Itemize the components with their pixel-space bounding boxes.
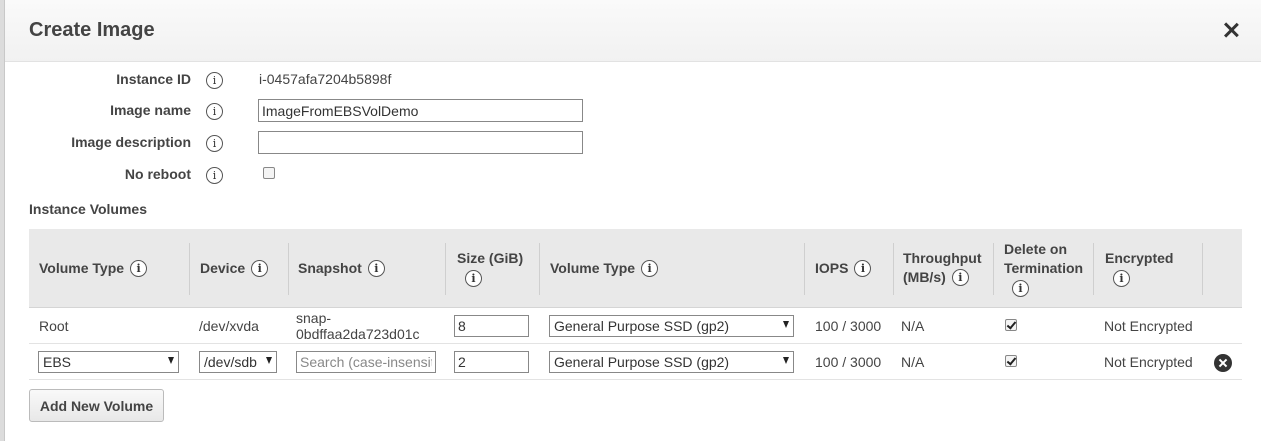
encrypted-value: Not Encrypted bbox=[1104, 318, 1193, 334]
throughput-value: N/A bbox=[901, 354, 925, 370]
ebs-volume-type-select[interactable]: General Purpose SSD (gp2) bbox=[549, 315, 794, 337]
header-termination-label: Termination bbox=[1004, 260, 1084, 276]
header-divider bbox=[804, 243, 805, 295]
ebs-volume-type-value: General Purpose SSD (gp2) bbox=[554, 354, 730, 370]
header-device: Device i bbox=[200, 259, 269, 278]
header-throughput-unit: (MB/s) bbox=[903, 269, 946, 285]
delete-on-termination-checkbox[interactable] bbox=[1005, 355, 1017, 367]
instance-id-value: i-0457afa7204b5898f bbox=[259, 71, 392, 87]
no-reboot-checkbox[interactable] bbox=[263, 167, 275, 179]
info-icon[interactable]: i bbox=[130, 259, 148, 277]
image-name-row: Image name i bbox=[5, 99, 705, 123]
header-throughput: Throughput (MB/s) i bbox=[903, 249, 982, 287]
info-icon[interactable]: i bbox=[206, 72, 223, 89]
close-icon[interactable] bbox=[1219, 18, 1243, 42]
info-icon[interactable]: i bbox=[1012, 279, 1029, 297]
remove-volume-icon[interactable] bbox=[1214, 354, 1232, 372]
header-ebs-volume-type-label: Volume Type bbox=[550, 260, 636, 276]
image-description-label: Image description bbox=[71, 134, 191, 150]
header-delete-on-termination: Delete on Termination i bbox=[1004, 240, 1083, 298]
size-input[interactable] bbox=[454, 351, 529, 373]
info-icon[interactable]: i bbox=[465, 269, 482, 287]
info-icon[interactable]: i bbox=[641, 259, 659, 277]
snapshot-value: snap- 0bdffaa2da723d01c bbox=[296, 310, 420, 342]
header-divider bbox=[189, 243, 190, 295]
image-description-input[interactable] bbox=[258, 131, 583, 154]
info-icon[interactable]: i bbox=[367, 259, 385, 277]
header-divider bbox=[539, 243, 540, 295]
iops-value: 100 / 3000 bbox=[815, 318, 882, 334]
header-iops-label: IOPS bbox=[815, 260, 849, 276]
instance-volumes-title: Instance Volumes bbox=[29, 201, 148, 217]
table-row: EBS /dev/sdb General Purpose SSD (gp2) 1… bbox=[29, 344, 1242, 380]
header-throughput-label: Throughput bbox=[903, 250, 982, 266]
header-volume-type: Volume Type i bbox=[39, 259, 148, 278]
header-divider bbox=[893, 243, 894, 295]
ebs-volume-type-value: General Purpose SSD (gp2) bbox=[554, 318, 730, 334]
info-icon[interactable]: i bbox=[1113, 269, 1130, 287]
header-encrypted: Encrypted i bbox=[1105, 249, 1173, 288]
header-delete-label: Delete on bbox=[1004, 241, 1068, 257]
snapshot-id: 0bdffaa2da723d01c bbox=[296, 326, 420, 342]
header-divider bbox=[1093, 243, 1094, 295]
snapshot-search-input[interactable] bbox=[296, 351, 436, 373]
delete-on-termination-checkbox[interactable] bbox=[1005, 319, 1017, 331]
image-name-label: Image name bbox=[110, 102, 191, 118]
chevron-down-icon bbox=[266, 357, 272, 364]
instance-id-label: Instance ID bbox=[116, 71, 191, 87]
chevron-down-icon bbox=[783, 321, 789, 328]
add-new-volume-button[interactable]: Add New Volume bbox=[29, 389, 164, 422]
info-icon[interactable]: i bbox=[951, 268, 969, 286]
iops-value: 100 / 3000 bbox=[815, 354, 882, 370]
encrypted-value: Not Encrypted bbox=[1104, 354, 1193, 370]
header-size: Size (GiB) i bbox=[457, 249, 537, 288]
volumes-table-header: Volume Type i Device i Snapshot i Size (GiB… bbox=[29, 229, 1242, 308]
info-icon[interactable]: i bbox=[206, 167, 223, 184]
device-value: /dev/xvda bbox=[199, 318, 259, 334]
info-icon[interactable]: i bbox=[206, 135, 223, 152]
dialog-header: Create Image bbox=[5, 0, 1261, 62]
throughput-value: N/A bbox=[901, 318, 925, 334]
header-encrypted-label: Encrypted bbox=[1105, 250, 1174, 266]
info-icon[interactable]: i bbox=[251, 259, 269, 277]
size-input[interactable] bbox=[454, 315, 529, 337]
info-icon[interactable]: i bbox=[206, 103, 223, 120]
instance-id-row: Instance ID i i-0457afa7204b5898f bbox=[5, 68, 705, 92]
header-divider bbox=[993, 243, 994, 295]
no-reboot-label: No reboot bbox=[124, 166, 191, 182]
no-reboot-row: No reboot i bbox=[5, 163, 705, 187]
create-image-dialog: Create Image Instance ID i i-0457afa7204… bbox=[5, 0, 1261, 441]
header-volume-type-label: Volume Type bbox=[39, 260, 125, 276]
snapshot-prefix: snap- bbox=[296, 310, 332, 326]
image-description-row: Image description i bbox=[5, 131, 705, 155]
header-divider bbox=[1202, 243, 1203, 295]
chevron-down-icon bbox=[783, 357, 789, 364]
header-snapshot-label: Snapshot bbox=[298, 260, 362, 276]
header-divider bbox=[445, 243, 446, 295]
device-value: /dev/sdb bbox=[204, 354, 257, 370]
header-size-label: Size (GiB) bbox=[457, 250, 524, 266]
header-ebs-volume-type: Volume Type i bbox=[550, 259, 659, 278]
image-name-input[interactable] bbox=[258, 99, 583, 122]
header-snapshot: Snapshot i bbox=[298, 259, 385, 278]
volume-type-value: EBS bbox=[43, 354, 72, 370]
info-icon[interactable]: i bbox=[854, 259, 872, 277]
volume-type-value: Root bbox=[39, 318, 69, 334]
volume-type-select[interactable]: EBS bbox=[38, 351, 179, 373]
header-divider bbox=[288, 243, 289, 295]
table-row: Root /dev/xvda snap- 0bdffaa2da723d01c G… bbox=[29, 308, 1242, 344]
device-select[interactable]: /dev/sdb bbox=[199, 351, 277, 373]
ebs-volume-type-select[interactable]: General Purpose SSD (gp2) bbox=[549, 351, 794, 373]
dialog-title: Create Image bbox=[29, 19, 155, 41]
chevron-down-icon bbox=[168, 357, 174, 364]
header-device-label: Device bbox=[200, 260, 246, 276]
header-iops: IOPS i bbox=[815, 259, 872, 278]
